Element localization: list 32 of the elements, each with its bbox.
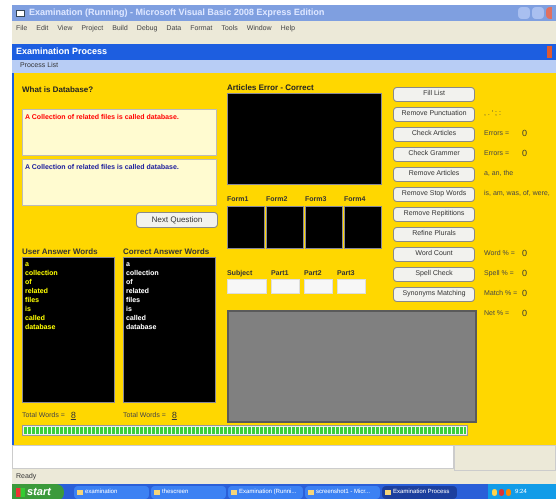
- app-icon: [16, 10, 25, 16]
- form-preview-panel: [305, 206, 343, 249]
- stat-value: 0: [522, 247, 528, 260]
- window-icon: [231, 490, 237, 495]
- input-field[interactable]: [271, 279, 300, 294]
- window-icon: [154, 490, 160, 495]
- window-icon: [385, 490, 391, 495]
- next-question-button[interactable]: Next Question: [136, 212, 218, 228]
- stat-value: 0: [522, 267, 528, 280]
- input-field[interactable]: [227, 279, 267, 294]
- stat-value: 0: [522, 127, 528, 140]
- total-value: 8: [70, 409, 76, 422]
- form-preview-panel: [227, 206, 265, 249]
- stat-value: 0: [522, 147, 528, 160]
- form-title: Examination Process: [16, 45, 108, 58]
- form-preview-panel: [344, 206, 382, 249]
- window-title: Examination (Running) - Microsoft Visual Basic 2008 Express Edition: [29, 6, 324, 20]
- input-field[interactable]: [304, 279, 333, 294]
- articles-list-box[interactable]: [227, 93, 382, 185]
- window-icon: [77, 490, 83, 495]
- input-field[interactable]: [337, 279, 366, 294]
- form-preview-panel: [266, 206, 304, 249]
- question-label: What is Database?: [22, 84, 94, 96]
- section-label: Articles Error - Correct: [227, 84, 315, 92]
- stat-value: 0: [522, 307, 528, 320]
- list-heading: User Answer Words: [22, 246, 99, 257]
- window-icon: [308, 490, 314, 495]
- stat-value: 0: [522, 287, 528, 300]
- total-value: 8: [172, 409, 177, 422]
- list-heading: Correct Answer Words: [123, 246, 210, 257]
- windows-flag-icon: [16, 488, 25, 497]
- start-button[interactable]: start: [12, 484, 64, 499]
